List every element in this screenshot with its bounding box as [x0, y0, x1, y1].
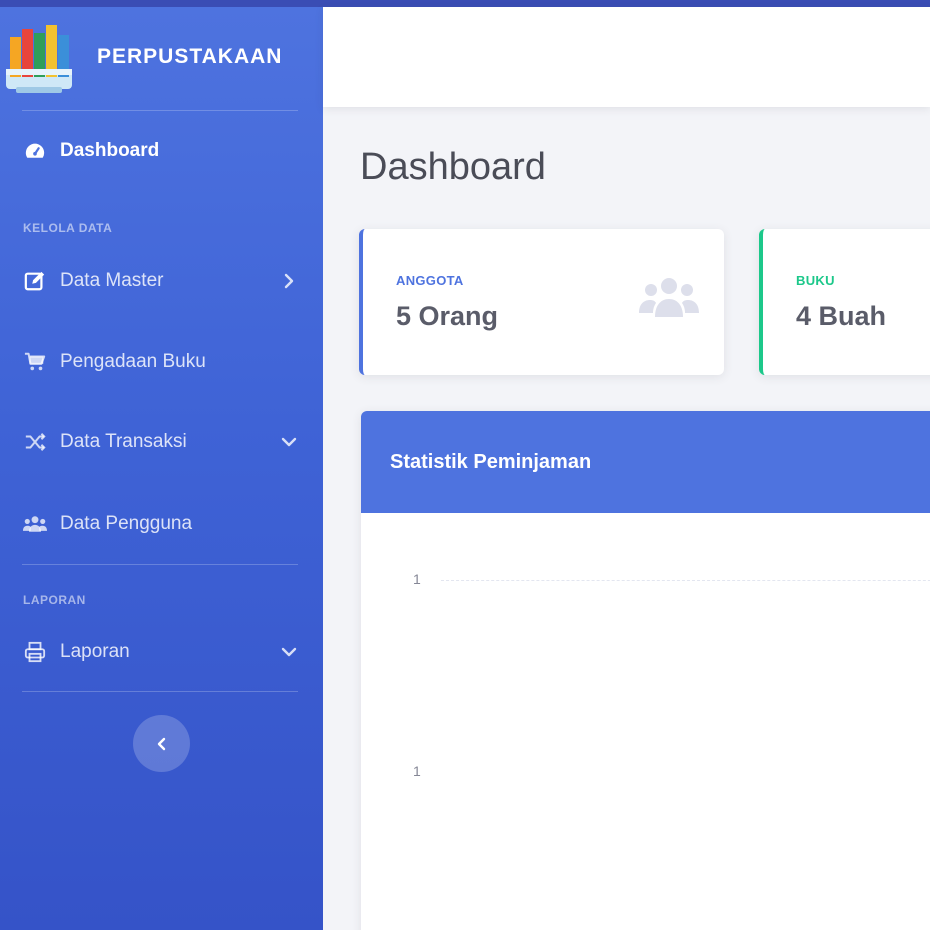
card-value: 5 Orang — [396, 301, 499, 331]
chevron-down-icon — [281, 437, 297, 447]
card-label: ANGGOTA — [396, 273, 464, 288]
sidebar-heading-kelola-data: KELOLA DATA — [23, 221, 113, 235]
page-title: Dashboard — [360, 146, 546, 188]
card-value: 4 Buah — [796, 301, 887, 331]
sidebar: PERPUSTAKAAN Dashboard KELOLA DATA Data … — [0, 7, 323, 930]
stat-card-buku: BUKU 4 Buah — [759, 229, 930, 375]
random-icon — [23, 430, 47, 454]
sidebar-item-label: Laporan — [60, 641, 130, 662]
panel-title: Statistik Peminjaman — [390, 451, 592, 473]
sidebar-item-laporan[interactable]: Laporan — [0, 632, 323, 672]
y-tick-label: 1 — [413, 571, 421, 587]
panel-header: Statistik Peminjaman — [361, 411, 930, 513]
sidebar-item-label: Data Pengguna — [60, 513, 193, 534]
topbar — [323, 7, 930, 107]
sidebar-item-pengadaan-buku[interactable]: Pengadaan Buku — [0, 342, 323, 382]
brand-name: PERPUSTAKAAN — [97, 45, 283, 68]
stat-card-anggota: ANGGOTA 5 Orang — [359, 229, 724, 375]
y-tick-label: 1 — [413, 763, 421, 779]
users-icon — [639, 278, 699, 317]
edit-icon — [23, 269, 47, 293]
sidebar-item-data-transaksi[interactable]: Data Transaksi — [0, 422, 323, 462]
sidebar-toggle-button[interactable] — [133, 715, 190, 772]
brand[interactable]: PERPUSTAKAAN — [0, 7, 323, 107]
cart-icon — [23, 350, 47, 374]
chevron-left-icon — [157, 737, 165, 750]
print-icon — [23, 640, 47, 664]
sidebar-item-dashboard[interactable]: Dashboard — [0, 131, 323, 171]
card-label: BUKU — [796, 273, 835, 288]
sidebar-heading-laporan: LAPORAN — [23, 593, 86, 607]
sidebar-divider — [22, 110, 298, 111]
chart-area: 1 1 — [361, 513, 930, 930]
sidebar-item-data-pengguna[interactable]: Data Pengguna — [0, 504, 323, 544]
sidebar-item-label: Pengadaan Buku — [60, 351, 206, 372]
chevron-down-icon — [281, 647, 297, 657]
statistik-peminjaman-panel: Statistik Peminjaman 1 1 — [361, 411, 930, 930]
sidebar-item-label: Dashboard — [60, 140, 160, 161]
sidebar-item-data-master[interactable]: Data Master — [0, 261, 323, 301]
tachometer-icon — [23, 139, 47, 163]
sidebar-item-label: Data Master — [60, 270, 164, 291]
sidebar-divider — [22, 564, 298, 565]
users-icon — [23, 512, 47, 536]
chevron-right-icon — [284, 273, 294, 289]
window-top-border — [0, 0, 930, 7]
library-logo-icon — [6, 25, 72, 93]
sidebar-divider — [22, 691, 298, 692]
sidebar-item-label: Data Transaksi — [60, 431, 187, 452]
gridline — [441, 580, 930, 581]
